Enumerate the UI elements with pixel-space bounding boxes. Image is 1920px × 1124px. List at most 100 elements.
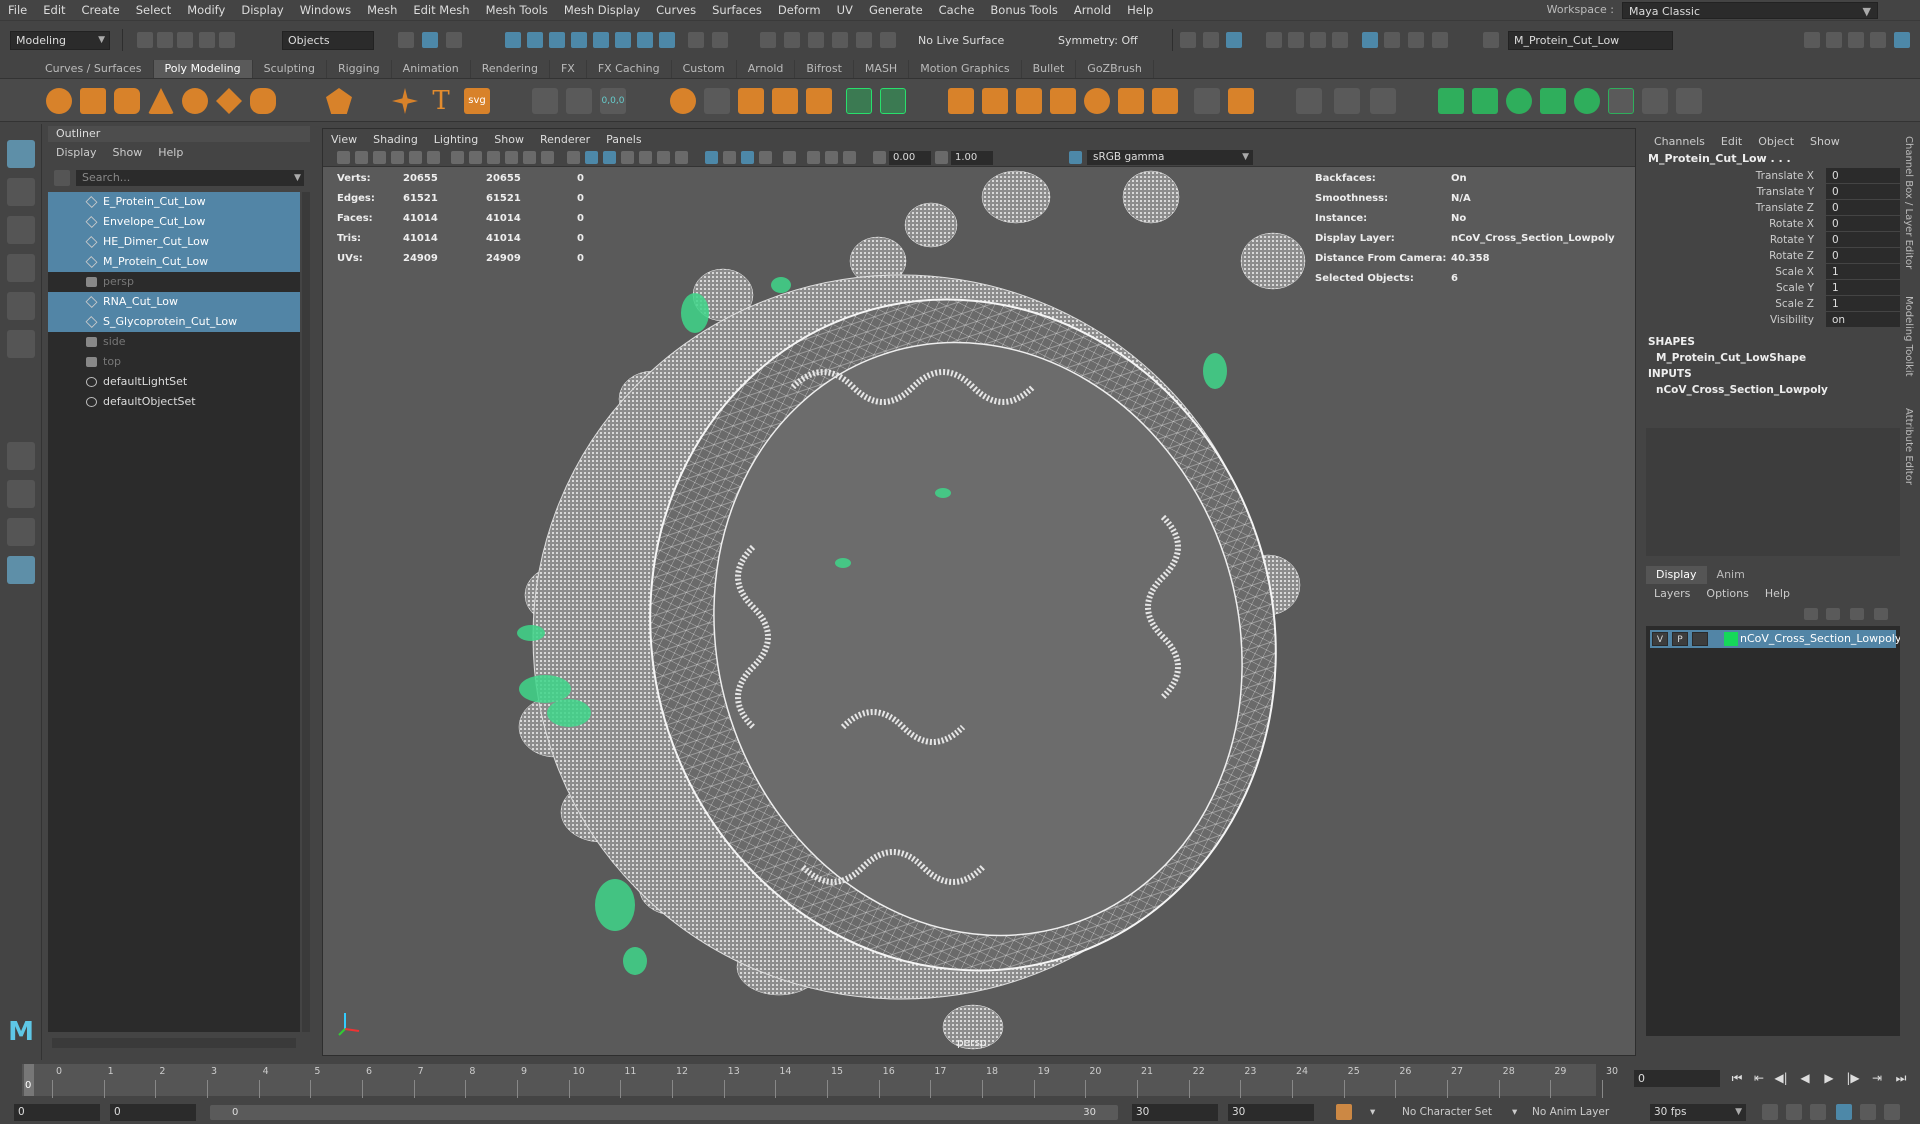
menu-generate[interactable]: Generate	[861, 0, 931, 20]
shelf-tab-mash[interactable]: MASH	[853, 60, 910, 78]
modeling-toolkit-icon[interactable]	[1804, 32, 1820, 48]
outliner-item-side[interactable]: side	[48, 332, 300, 352]
playback-start-field[interactable]: 0	[110, 1104, 196, 1121]
go-to-start-icon[interactable]: ⏮	[1728, 1069, 1746, 1087]
platonic-solid-icon[interactable]	[326, 88, 352, 114]
select-tool-icon[interactable]	[566, 88, 592, 114]
frame-selected-icon[interactable]	[825, 151, 838, 164]
frame-all-icon[interactable]	[807, 151, 820, 164]
character-set-dropdown[interactable]: No Character Set	[1402, 1104, 1492, 1121]
side-tab-attribute-editor[interactable]: Attribute Editor	[1903, 408, 1914, 485]
menu-uv[interactable]: UV	[829, 0, 861, 20]
auto-uv-icon[interactable]	[1540, 88, 1566, 114]
mask-curves-icon[interactable]	[549, 32, 565, 48]
xray-joints-icon[interactable]	[723, 151, 736, 164]
channel-translate-x[interactable]: Translate X 0	[1646, 168, 1900, 184]
channel-box-menu-channels[interactable]: Channels	[1646, 135, 1713, 148]
insert-edge-loop-icon[interactable]	[1370, 88, 1396, 114]
render-region-icon[interactable]	[1180, 32, 1196, 48]
pause-icon[interactable]	[1432, 32, 1448, 48]
menu-mesh[interactable]: Mesh	[359, 0, 405, 20]
shelf-tab-bifrost[interactable]: Bifrost	[795, 60, 854, 78]
cut-uv-icon[interactable]	[1574, 88, 1600, 114]
open-scene-icon[interactable]	[157, 32, 173, 48]
poly-disc-icon[interactable]	[250, 88, 276, 114]
menu-cache[interactable]: Cache	[931, 0, 983, 20]
menu-curves[interactable]: Curves	[648, 0, 704, 20]
poly-cone-icon[interactable]	[148, 88, 174, 114]
poly-cylinder-icon[interactable]	[114, 88, 140, 114]
shadows-icon[interactable]	[657, 151, 670, 164]
step-forward-key-icon[interactable]: ⇥	[1868, 1069, 1886, 1087]
menu-bonus-tools[interactable]: Bonus Tools	[982, 0, 1065, 20]
svg-tool-icon[interactable]: svg	[464, 88, 490, 114]
outliner-item-rna[interactable]: RNA_Cut_Low	[48, 292, 300, 312]
live-surface-field[interactable]: No Live Surface	[912, 31, 1022, 50]
layer-color-swatch[interactable]	[1724, 632, 1738, 646]
paint-select-tool-icon[interactable]	[7, 216, 35, 244]
mask-handles-icon[interactable]	[505, 32, 521, 48]
outliner-horizontal-scrollbar[interactable]	[52, 1038, 296, 1048]
snap-curve-icon[interactable]	[784, 32, 800, 48]
extrude-icon[interactable]	[948, 88, 974, 114]
lasso-tool-icon[interactable]	[7, 178, 35, 206]
outliner-item-he-dimer[interactable]: HE_Dimer_Cut_Low	[48, 232, 300, 252]
scene-start-field[interactable]: 0	[14, 1104, 100, 1121]
layer-menu-options[interactable]: Options	[1698, 587, 1756, 600]
viewport-menu-panels[interactable]: Panels	[598, 133, 649, 146]
backface-culling-icon[interactable]	[741, 151, 754, 164]
select-by-hierarchy-icon[interactable]	[398, 32, 414, 48]
shelf-tab-rigging[interactable]: Rigging	[326, 60, 392, 78]
object-name-field[interactable]: M_Protein_Cut_Low	[1508, 31, 1673, 50]
shelf-tab-animation[interactable]: Animation	[391, 60, 471, 78]
channel-translate-z[interactable]: Translate Z 0	[1646, 200, 1900, 216]
outliner-menu-show[interactable]: Show	[105, 146, 151, 159]
audio-icon[interactable]	[1786, 1104, 1802, 1120]
isolate-select-icon[interactable]	[783, 151, 796, 164]
layer-row[interactable]: V P nCoV_Cross_Section_Lowpoly	[1650, 630, 1901, 648]
mask-surfaces-icon[interactable]	[571, 32, 587, 48]
textured-icon[interactable]	[621, 151, 634, 164]
menu-edit-mesh[interactable]: Edit Mesh	[405, 0, 477, 20]
menu-help[interactable]: Help	[1119, 0, 1161, 20]
play-backwards-icon[interactable]: ◀	[1796, 1069, 1814, 1087]
outliner-item-persp[interactable]: persp	[48, 272, 300, 292]
select-tool-icon[interactable]	[7, 140, 35, 168]
mirror-cut-icon[interactable]	[880, 88, 906, 114]
layer-menu-help[interactable]: Help	[1757, 587, 1798, 600]
camera-attributes-icon[interactable]	[355, 151, 368, 164]
menu-modify[interactable]: Modify	[179, 0, 233, 20]
mask-dynamics-icon[interactable]	[615, 32, 631, 48]
type-text-icon[interactable]: T	[428, 88, 454, 114]
poly-cube-icon[interactable]	[80, 88, 106, 114]
outliner-item-s-glycoprotein[interactable]: S_Glycoprotein_Cut_Low	[48, 312, 300, 332]
shelf-tab-custom[interactable]: Custom	[671, 60, 737, 78]
field-chart-icon[interactable]	[523, 151, 536, 164]
fps-dropdown[interactable]: 30 fps ▼	[1650, 1104, 1746, 1121]
shelf-tab-rendering[interactable]: Rendering	[470, 60, 550, 78]
preferences-icon[interactable]	[1884, 1104, 1900, 1120]
workspace-dropdown[interactable]: Maya Classic ▼	[1622, 2, 1878, 19]
shelf-tab-bullet[interactable]: Bullet	[1021, 60, 1077, 78]
channel-box-menu-object[interactable]: Object	[1750, 135, 1802, 148]
poly-torus-icon[interactable]	[182, 88, 208, 114]
mask-deformers-icon[interactable]	[593, 32, 609, 48]
mirror-icon[interactable]	[846, 88, 872, 114]
xray-icon[interactable]	[705, 151, 718, 164]
outliner-item-top[interactable]: top	[48, 352, 300, 372]
layer-menu-layers[interactable]: Layers	[1646, 587, 1698, 600]
menu-windows[interactable]: Windows	[292, 0, 359, 20]
shelf-tab-motion-graphics[interactable]: Motion Graphics	[909, 60, 1022, 78]
ambient-occlusion-icon[interactable]	[675, 151, 688, 164]
menu-file[interactable]: File	[0, 0, 35, 20]
shelf-tab-poly-modeling[interactable]: Poly Modeling	[153, 60, 253, 78]
render-view-icon[interactable]	[1203, 32, 1219, 48]
boolean-icon[interactable]	[772, 88, 798, 114]
new-empty-layer-icon[interactable]	[1850, 608, 1864, 620]
viewport-menu-view[interactable]: View	[323, 133, 365, 146]
playback-end-field[interactable]: 30	[1132, 1104, 1218, 1121]
wireframe-icon[interactable]	[567, 151, 580, 164]
outliner-item-default-object-set[interactable]: defaultObjectSet	[48, 392, 300, 412]
cylindrical-uv-icon[interactable]	[1472, 88, 1498, 114]
poly-plane-icon[interactable]	[216, 88, 242, 114]
